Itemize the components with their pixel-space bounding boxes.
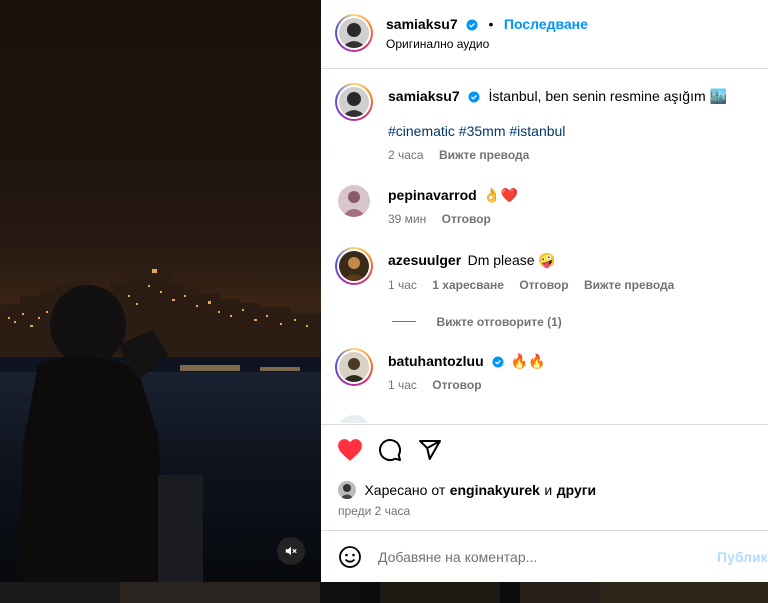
comment-item: azesuulger Dm please 🤪 1 час 1 харесване… [321,245,768,335]
author-username[interactable]: samiaksu7 [386,16,458,32]
author-avatar[interactable] [335,14,373,52]
view-replies-label[interactable]: Вижте отговорите (1) [436,315,561,329]
liked-by-user[interactable]: enginakyurek [450,482,540,498]
liked-by-others[interactable]: други [557,482,596,498]
post-details-panel: samiaksu7 • Последване Оригинално аудио … [321,0,768,582]
follow-button[interactable]: Последване [504,16,588,32]
heart-filled-icon[interactable] [337,438,363,462]
comment-text: 👌❤️ [483,187,519,203]
caption-time[interactable]: 2 часа [388,148,424,162]
verified-badge-icon [492,356,504,368]
caption-row: samiaksu7 İstanbul, ben senin resmine aş… [321,81,768,171]
caption-username[interactable]: samiaksu7 [388,88,460,104]
post-comment-button[interactable]: Публик [717,549,768,565]
comment-meta: 1 час 1 харесване Отговор Вижте превода [388,278,686,292]
verified-badge-icon [466,19,478,31]
comment-input[interactable]: Добавяне на коментар... [378,549,537,565]
verified-badge-icon [468,91,480,103]
reply-button[interactable]: Отговор [442,212,491,226]
view-replies-button[interactable]: Вижте отговорите (1) [392,313,562,331]
emoji-icon[interactable] [338,545,362,569]
liked-by-and: и [544,482,553,498]
audio-label[interactable]: Оригинално аудио [386,37,489,51]
comment-text: 🔥🔥 [510,353,546,369]
commenter-avatar[interactable] [335,247,373,285]
commenter-username[interactable]: azesuulger [388,252,461,268]
commenter-avatar[interactable] [338,185,370,217]
translate-button[interactable]: Вижте превода [439,148,529,162]
person-silhouette [18,285,203,582]
caption-meta: 2 часа Вижте превода [388,148,541,162]
comment-meta: 39 мин Отговор [388,212,503,226]
commenter-username[interactable]: pepinavarrod [388,187,477,203]
comment-icon[interactable] [378,438,402,462]
share-icon[interactable] [418,438,442,462]
commenter-username[interactable]: batuhantozluu [388,353,484,369]
comment-time[interactable]: 1 час [388,378,417,392]
comment-time[interactable]: 1 час [388,278,417,292]
speaker-muted-icon [285,546,297,556]
comment-time[interactable]: 39 мин [388,212,426,226]
post-media[interactable] [0,0,321,582]
comment-text: Dm please 🤪 [467,252,556,268]
post-timestamp[interactable]: преди 2 часа [338,504,410,518]
mute-button[interactable] [277,537,305,565]
post-header: samiaksu7 • Последване Оригинално аудио [321,0,768,69]
comment-meta: 1 час Отговор [388,378,494,392]
comment-item-partial [321,411,768,423]
comments-list[interactable]: samiaksu7 İstanbul, ben senin resmine aş… [321,69,768,423]
caption-text: İstanbul, ben senin resmine aşığım 🏙️ [488,88,727,104]
caption-avatar[interactable] [335,83,373,121]
reply-button[interactable]: Отговор [519,278,568,292]
comment-item: pepinavarrod 👌❤️ 39 мин Отговор [321,184,768,234]
liked-by-line: Харесано от enginakyurek и други [338,481,596,500]
post-actions: Харесано от enginakyurek и други преди 2… [321,424,768,531]
liked-by-prefix: Харесано от [364,482,446,498]
translate-button[interactable]: Вижте превода [584,278,674,292]
caption-hashtags[interactable]: #cinematic #35mm #istanbul [388,123,565,139]
commenter-avatar[interactable] [335,348,373,386]
commenter-avatar[interactable] [338,415,370,423]
reply-button[interactable]: Отговор [432,378,481,392]
liker-avatar[interactable] [338,481,356,499]
comment-item: batuhantozluu 🔥🔥 1 час Отговор [321,346,768,396]
background-strip [0,582,768,603]
likes-count[interactable]: 1 харесване [432,278,504,292]
add-comment-bar: Добавяне на коментар... Публик [321,530,768,583]
separator-dot: • [488,16,494,32]
